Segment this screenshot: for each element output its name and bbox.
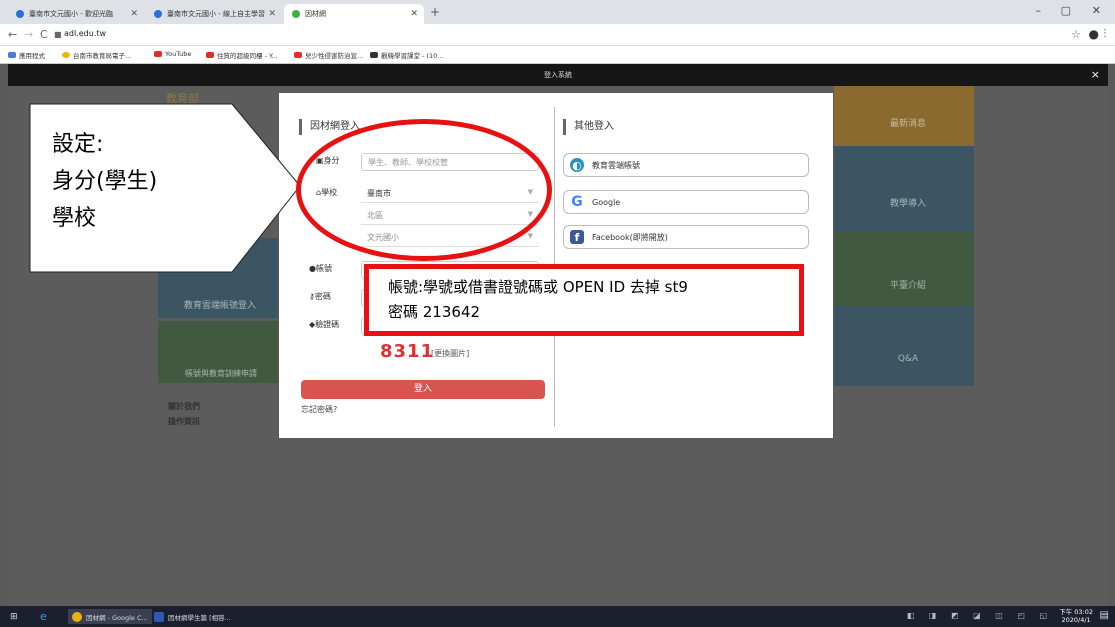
callout-line: 身分(學生) [52, 169, 158, 194]
clock-date: 2020/4/1 [1061, 616, 1091, 624]
word-icon [154, 611, 164, 622]
notification-icon[interactable]: ▤ [1100, 610, 1109, 621]
highlight-ellipse [296, 119, 552, 261]
taskbar-clock[interactable]: 下午 03:02 2020/4/1 [1059, 608, 1093, 624]
clock-time: 下午 03:02 [1059, 608, 1093, 616]
callout-line: 設定: [52, 132, 104, 157]
callout-line: 學校 [52, 206, 97, 231]
start-windows-icon[interactable]: ⊞ [10, 609, 18, 624]
instruction-box: 帳號:學號或借書證號碼或 OPEN ID 去掉 st9 密碼 213642 [364, 264, 804, 336]
windows-taskbar: ⊞ e 因材網 - Google C... 因材網學生篇 [相容... ◧ ◨ … [0, 606, 1115, 627]
system-tray[interactable]: ◧ ◨ ◩ ◪ ◫ ◰ ◱ [907, 611, 1053, 620]
ie-icon[interactable]: e [40, 609, 47, 624]
callout-text: 設定: 身分(學生) 學校 [52, 126, 157, 237]
chrome-icon [72, 611, 82, 622]
taskbar-app-word[interactable]: 因材網學生篇 [相容... [150, 609, 235, 624]
instruction-text: 帳號:學號或借書證號碼或 OPEN ID 去掉 st9 密碼 213642 [388, 275, 688, 325]
taskbar-app-chrome[interactable]: 因材網 - Google C... [68, 609, 152, 624]
instruction-line: 密碼 213642 [388, 303, 481, 321]
instruction-line: 帳號:學號或借書證號碼或 OPEN ID 去掉 st9 [388, 278, 688, 296]
